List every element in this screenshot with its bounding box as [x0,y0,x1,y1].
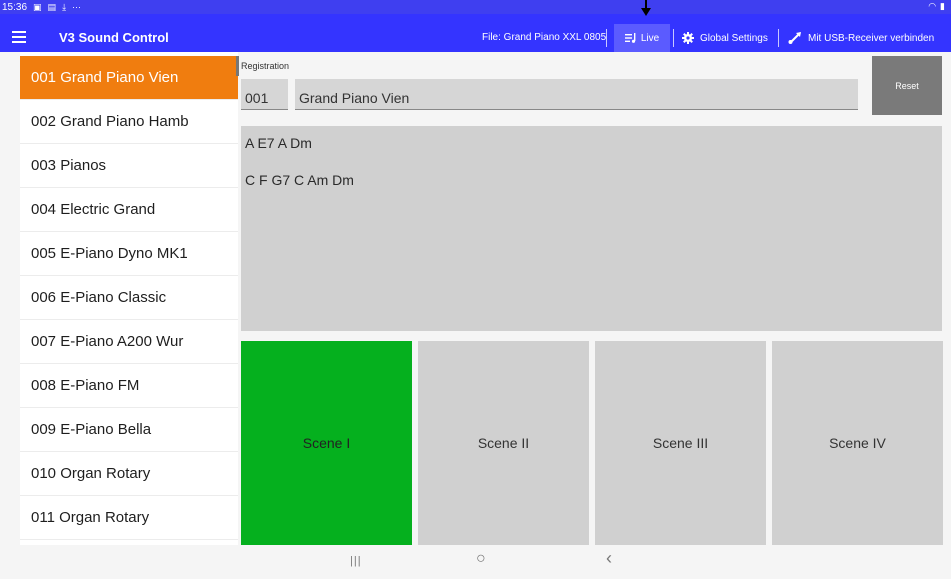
list-scrollbar[interactable] [236,56,239,76]
registration-label: Registration [241,61,290,71]
file-name-label: File: Grand Piano XXL 0805 [482,32,607,43]
chord-line: C F G7 C Am Dm [245,172,354,188]
chord-text-area[interactable]: A E7 A Dm C F G7 C Am Dm [241,126,942,331]
status-bar: 15:36 ▣ ▤ ⤓ ··· ◠ ▮ [0,0,951,14]
toolbar-top-strip [0,14,951,24]
registration-list[interactable]: 001 Grand Piano Vien 002 Grand Piano Ham… [20,56,238,545]
list-item[interactable]: 004 Electric Grand [20,188,238,232]
list-item[interactable]: 006 E-Piano Classic [20,276,238,320]
list-item[interactable]: 005 E-Piano Dyno MK1 [20,232,238,276]
playlist-icon [624,33,636,43]
gear-icon [682,32,694,44]
status-time: 15:36 [2,1,28,13]
chord-line: A E7 A Dm [245,135,312,151]
list-item[interactable]: 007 E-Piano A200 Wur [20,320,238,364]
list-item[interactable]: 011 Organ Rotary [20,496,238,540]
hamburger-menu-icon[interactable] [12,31,26,45]
home-icon[interactable]: ○ [476,550,486,568]
more-icon: ··· [72,1,82,12]
left-gutter [0,52,20,545]
list-item[interactable]: 001 Grand Piano Vien [20,56,238,100]
global-settings-button[interactable]: Global Settings [682,24,768,52]
scene-button-4[interactable]: Scene IV [772,341,943,545]
live-button-label: Live [640,32,660,44]
wifi-icon: ◠ [928,1,937,11]
list-item[interactable]: 008 E-Piano FM [20,364,238,408]
app-title: V3 Sound Control [59,30,169,45]
battery-icon: ▮ [940,1,945,11]
status-right-icons: ◠ ▮ [928,1,945,12]
toolbar-divider [606,29,607,47]
list-item[interactable]: 002 Grand Piano Hamb [20,100,238,144]
bluetooth-connect-icon [788,32,801,44]
back-icon[interactable]: ‹ [606,548,612,569]
toolbar-divider [778,29,779,47]
list-item[interactable]: 010 Organ Rotary [20,452,238,496]
live-button[interactable]: Live [614,24,670,52]
toolbar-divider [673,29,674,47]
scene-button-3[interactable]: Scene III [595,341,766,545]
list-item[interactable]: 009 E-Piano Bella [20,408,238,452]
download-icon: ⤓ [62,1,67,12]
app-toolbar: V3 Sound Control File: Grand Piano XXL 0… [0,24,951,52]
gallery-icon: ▣ [33,1,42,12]
reset-button[interactable]: Reset [872,56,942,115]
registration-number-field[interactable]: 001 [241,79,288,110]
list-item[interactable]: 003 Pianos [20,144,238,188]
registration-name-field[interactable]: Grand Piano Vien [295,79,858,110]
pointer-arrow-icon [641,8,651,16]
scene-buttons: Scene I Scene II Scene III Scene IV [241,341,951,545]
scene-button-2[interactable]: Scene II [418,341,589,545]
scene-button-1[interactable]: Scene I [241,341,412,545]
usb-connect-label: Mit USB-Receiver verbinden [808,32,935,44]
app-window: 15:36 ▣ ▤ ⤓ ··· ◠ ▮ V3 Sound Control Fil… [0,0,951,579]
system-nav-bar: ||| ○ ‹ [0,545,951,579]
recents-icon[interactable]: ||| [350,555,362,567]
usb-connect-button[interactable]: Mit USB-Receiver verbinden [788,24,934,52]
global-settings-label: Global Settings [700,32,768,44]
status-icons: ▣ ▤ ⤓ ··· [33,2,81,13]
main-panel: Registration 001 Grand Piano Vien Reset … [241,52,951,545]
notification-icon: ▤ [47,1,57,12]
